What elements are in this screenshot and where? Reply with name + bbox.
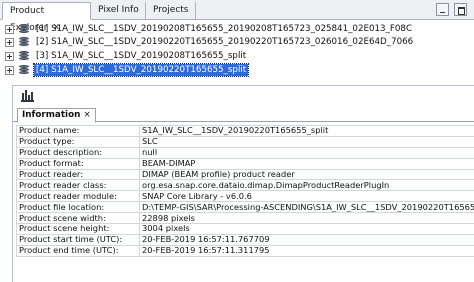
tree-item[interactable]: [2] S1A_IW_SLC__1SDV_20190220T165655_201… — [0, 36, 474, 48]
info-value: 3004 pixels — [139, 223, 474, 235]
product-tree: [1] S1A_IW_SLC__1SDV_20190208T165655_201… — [0, 21, 474, 81]
information-panel: Information × Product name: S1A_IW_SLC__1S… — [12, 85, 474, 282]
maximize-icon[interactable] — [454, 3, 467, 16]
info-value: BEAM-DIMAP — [139, 157, 474, 170]
info-value: org.esa.snap.core.dataio.dimap.DimapProd… — [139, 179, 474, 192]
expand-icon[interactable] — [5, 52, 14, 61]
tree-item-label[interactable]: [2] S1A_IW_SLC__1SDV_20190220T165655_201… — [34, 36, 415, 48]
info-key: Product format: — [16, 157, 140, 170]
tree-item[interactable]: [1] S1A_IW_SLC__1SDV_20190208T165655_201… — [0, 23, 474, 35]
expand-icon[interactable] — [5, 25, 14, 34]
info-key: Product scene height: — [16, 223, 140, 235]
tab-product-explorer[interactable]: Product Explorer ✕ — [2, 2, 91, 33]
close-icon[interactable]: × — [83, 110, 90, 120]
table-row: Product reader module: SNAP Core Library … — [16, 190, 474, 203]
info-table: Product name: S1A_IW_SLC__1SDV_20190220T1… — [16, 125, 474, 257]
info-key: Product type: — [16, 135, 140, 148]
table-row: Product name: S1A_IW_SLC__1SDV_20190220T1… — [16, 125, 474, 137]
expand-icon[interactable] — [5, 66, 14, 75]
info-value: S1A_IW_SLC__1SDV_20190220T165655_split — [139, 125, 474, 137]
tab-projects[interactable]: Projects — [146, 2, 196, 20]
tab-label: Pixel Info — [98, 5, 139, 15]
table-row: Product file location: D:\TEMP-GIS\SAR\Pr… — [16, 201, 474, 214]
tab-pixel-info[interactable]: Pixel Info — [91, 2, 146, 20]
table-row: Product reader class: org.esa.snap.core.d… — [16, 179, 474, 192]
table-row: Product end time (UTC): 20-FEB-2019 16:57… — [16, 244, 474, 257]
info-value: SNAP Core Library - v6.0.6 — [139, 190, 474, 203]
info-key: Product reader: — [16, 168, 140, 181]
info-value: null — [139, 146, 474, 159]
table-row: Product description: null — [16, 146, 474, 159]
info-value: 20-FEB-2019 16:57:11.311795 — [139, 244, 474, 257]
tree-item-label[interactable]: [3] S1A_IW_SLC__1SDV_20190208T165655_spl… — [34, 50, 248, 62]
info-key: Product name: — [16, 125, 140, 137]
info-value: 20-FEB-2019 16:57:11.767709 — [139, 233, 474, 246]
tab-label: Projects — [153, 5, 189, 15]
info-value: 22898 pixels — [139, 212, 474, 225]
info-key: Product end time (UTC): — [16, 244, 140, 257]
product-stack-icon — [18, 65, 30, 75]
tree-item-selected[interactable]: [4] S1A_IW_SLC__1SDV_20190220T165655_spl… — [0, 63, 474, 77]
info-value: DIMAP (BEAM profile) product reader — [139, 168, 474, 181]
tree-item-label[interactable]: [1] S1A_IW_SLC__1SDV_20190208T165655_201… — [34, 23, 414, 35]
table-row: Product scene height: 3004 pixels — [16, 223, 474, 235]
info-value: D:\TEMP-GIS\SAR\Processing-ASCENDING\S1A… — [139, 201, 474, 214]
table-row: Product start time (UTC): 20-FEB-2019 16:… — [16, 233, 474, 246]
expand-icon[interactable] — [5, 38, 14, 47]
tree-item-label[interactable]: [4] S1A_IW_SLC__1SDV_20190220T165655_spl… — [32, 63, 250, 77]
info-key: Product file location: — [16, 201, 140, 214]
info-key: Product reader module: — [16, 190, 140, 203]
table-row: Product format: BEAM-DIMAP — [16, 157, 474, 170]
info-key: Product description: — [16, 146, 140, 159]
info-key: Product start time (UTC): — [16, 233, 140, 246]
product-stack-icon — [18, 51, 30, 61]
tab-label: Information — [22, 110, 81, 120]
tab-information[interactable]: Information × — [17, 108, 96, 123]
tree-item[interactable]: [3] S1A_IW_SLC__1SDV_20190208T165655_spl… — [0, 50, 474, 62]
table-row: Product reader: DIMAP (BEAM profile) prod… — [16, 168, 474, 181]
minimize-icon[interactable] — [436, 3, 449, 16]
info-key: Product scene width: — [16, 212, 140, 225]
info-value: SLC — [139, 135, 474, 148]
table-row: Product type: SLC — [16, 135, 474, 148]
bar-chart-icon[interactable] — [21, 90, 34, 102]
info-key: Product reader class: — [16, 179, 140, 192]
info-tab-bar: Information × — [13, 108, 474, 123]
explorer-tab-bar: Product Explorer ✕ Pixel Info Projects — [0, 0, 474, 33]
table-row: Product scene width: 22898 pixels — [16, 212, 474, 225]
product-stack-icon — [18, 24, 30, 34]
product-stack-icon — [18, 37, 30, 47]
